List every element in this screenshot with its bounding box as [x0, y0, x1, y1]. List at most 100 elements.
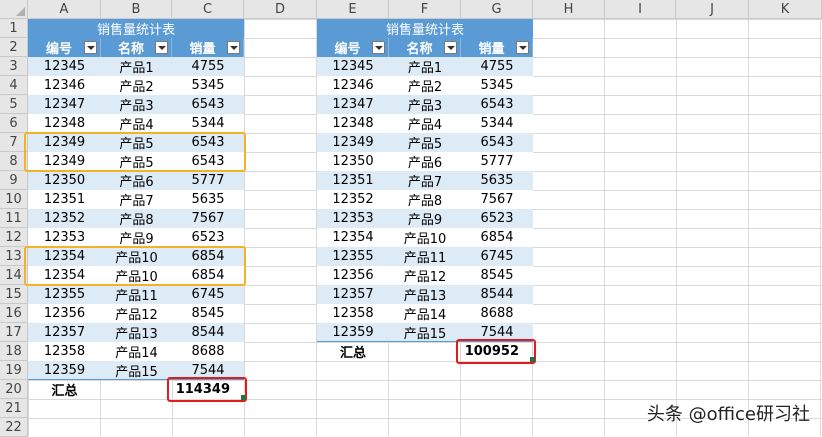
row-header-3[interactable]: 3: [0, 57, 28, 76]
table2-cell[interactable]: 12354: [317, 228, 389, 247]
table2-cell[interactable]: 产品2: [389, 76, 461, 95]
table1-cell[interactable]: 6543: [172, 95, 244, 114]
table1-cell[interactable]: 7544: [172, 361, 244, 380]
table1-cell[interactable]: 12353: [28, 228, 101, 247]
table2-cell[interactable]: 5344: [461, 114, 533, 133]
table1-cell[interactable]: 12354: [28, 247, 101, 266]
row-header-2[interactable]: 2: [0, 38, 28, 57]
table1-cell[interactable]: 产品5: [101, 152, 172, 171]
table1-cell[interactable]: 6745: [172, 285, 244, 304]
table2-cell[interactable]: 12347: [317, 95, 389, 114]
table2-cell[interactable]: 8544: [461, 285, 533, 304]
table1-header-1[interactable]: 名称: [101, 38, 172, 57]
row-header-14[interactable]: 14: [0, 266, 28, 285]
table1-cell[interactable]: 产品2: [101, 76, 172, 95]
table1-cell[interactable]: 产品9: [101, 228, 172, 247]
table1-cell[interactable]: 产品15: [101, 361, 172, 380]
row-header-22[interactable]: 22: [0, 418, 28, 437]
table1-cell[interactable]: 5345: [172, 76, 244, 95]
filter-dropdown-icon[interactable]: [372, 41, 385, 54]
table1-cell[interactable]: 产品6: [101, 171, 172, 190]
table2-cell[interactable]: 12345: [317, 57, 389, 76]
fill-handle[interactable]: [241, 395, 246, 400]
table2-cell[interactable]: 6854: [461, 228, 533, 247]
table1-cell[interactable]: 8688: [172, 342, 244, 361]
filter-dropdown-icon[interactable]: [516, 41, 529, 54]
table2-header-2[interactable]: 销量: [461, 38, 533, 57]
table1-cell[interactable]: 5777: [172, 171, 244, 190]
column-header-k[interactable]: K: [749, 0, 822, 19]
table1-cell[interactable]: 产品12: [101, 304, 172, 323]
table2-cell[interactable]: 6745: [461, 247, 533, 266]
table2-cell[interactable]: 产品1: [389, 57, 461, 76]
table2-cell[interactable]: 产品10: [389, 228, 461, 247]
table2-cell[interactable]: 12357: [317, 285, 389, 304]
table1-cell[interactable]: 5344: [172, 114, 244, 133]
table1-cell[interactable]: 12349: [28, 133, 101, 152]
table2-cell[interactable]: 8545: [461, 266, 533, 285]
table2-cell[interactable]: 12359: [317, 323, 389, 342]
column-header-d[interactable]: D: [244, 0, 317, 19]
table2-cell[interactable]: 6523: [461, 209, 533, 228]
row-header-5[interactable]: 5: [0, 95, 28, 114]
table2-cell[interactable]: 7567: [461, 190, 533, 209]
table2-cell[interactable]: 产品14: [389, 304, 461, 323]
table2-cell[interactable]: 产品4: [389, 114, 461, 133]
row-header-11[interactable]: 11: [0, 209, 28, 228]
table2-cell[interactable]: 12356: [317, 266, 389, 285]
column-header-g[interactable]: G: [461, 0, 533, 19]
table1-cell[interactable]: 6854: [172, 247, 244, 266]
column-header-b[interactable]: B: [101, 0, 172, 19]
table1-cell[interactable]: 产品10: [101, 266, 172, 285]
table2-header-1[interactable]: 名称: [389, 38, 461, 57]
table1-cell[interactable]: 12351: [28, 190, 101, 209]
column-header-f[interactable]: F: [389, 0, 461, 19]
row-header-6[interactable]: 6: [0, 114, 28, 133]
table2-cell[interactable]: 4755: [461, 57, 533, 76]
row-header-9[interactable]: 9: [0, 171, 28, 190]
row-header-8[interactable]: 8: [0, 152, 28, 171]
table1-cell[interactable]: 12349: [28, 152, 101, 171]
table2-cell[interactable]: 7544: [461, 323, 533, 342]
column-header-a[interactable]: A: [28, 0, 101, 19]
column-header-e[interactable]: E: [317, 0, 389, 19]
table1-cell[interactable]: 12346: [28, 76, 101, 95]
table2-cell[interactable]: 12348: [317, 114, 389, 133]
table2-cell[interactable]: 产品6: [389, 152, 461, 171]
table1-cell[interactable]: 产品10: [101, 247, 172, 266]
table2-cell[interactable]: 5345: [461, 76, 533, 95]
table1-cell[interactable]: 7567: [172, 209, 244, 228]
table1-cell[interactable]: 产品5: [101, 133, 172, 152]
table1-cell[interactable]: 5635: [172, 190, 244, 209]
column-header-h[interactable]: H: [533, 0, 605, 19]
row-header-7[interactable]: 7: [0, 133, 28, 152]
table2-cell[interactable]: 8688: [461, 304, 533, 323]
row-header-15[interactable]: 15: [0, 285, 28, 304]
table1-cell[interactable]: 6543: [172, 152, 244, 171]
table2-cell[interactable]: 产品15: [389, 323, 461, 342]
table1-cell[interactable]: 12355: [28, 285, 101, 304]
table2-cell[interactable]: 6543: [461, 133, 533, 152]
table2-cell[interactable]: 12351: [317, 171, 389, 190]
row-header-1[interactable]: 1: [0, 19, 28, 38]
filter-dropdown-icon[interactable]: [227, 41, 240, 54]
row-header-13[interactable]: 13: [0, 247, 28, 266]
table1-cell[interactable]: 12359: [28, 361, 101, 380]
table1-cell[interactable]: 12354: [28, 266, 101, 285]
table1-header-2[interactable]: 销量: [172, 38, 244, 57]
table1-cell[interactable]: 8544: [172, 323, 244, 342]
table2-cell[interactable]: 产品8: [389, 190, 461, 209]
table1-cell[interactable]: 12356: [28, 304, 101, 323]
column-header-j[interactable]: J: [676, 0, 749, 19]
table1-total-value[interactable]: 114349: [172, 380, 244, 399]
table1-cell[interactable]: 6543: [172, 133, 244, 152]
select-all-corner[interactable]: [0, 0, 28, 19]
fill-handle[interactable]: [530, 357, 535, 362]
table1-cell[interactable]: 产品14: [101, 342, 172, 361]
table2-cell[interactable]: 5777: [461, 152, 533, 171]
table2-cell[interactable]: 产品5: [389, 133, 461, 152]
table1-cell[interactable]: 12358: [28, 342, 101, 361]
table2-cell[interactable]: 5635: [461, 171, 533, 190]
row-header-17[interactable]: 17: [0, 323, 28, 342]
table1-cell[interactable]: 4755: [172, 57, 244, 76]
